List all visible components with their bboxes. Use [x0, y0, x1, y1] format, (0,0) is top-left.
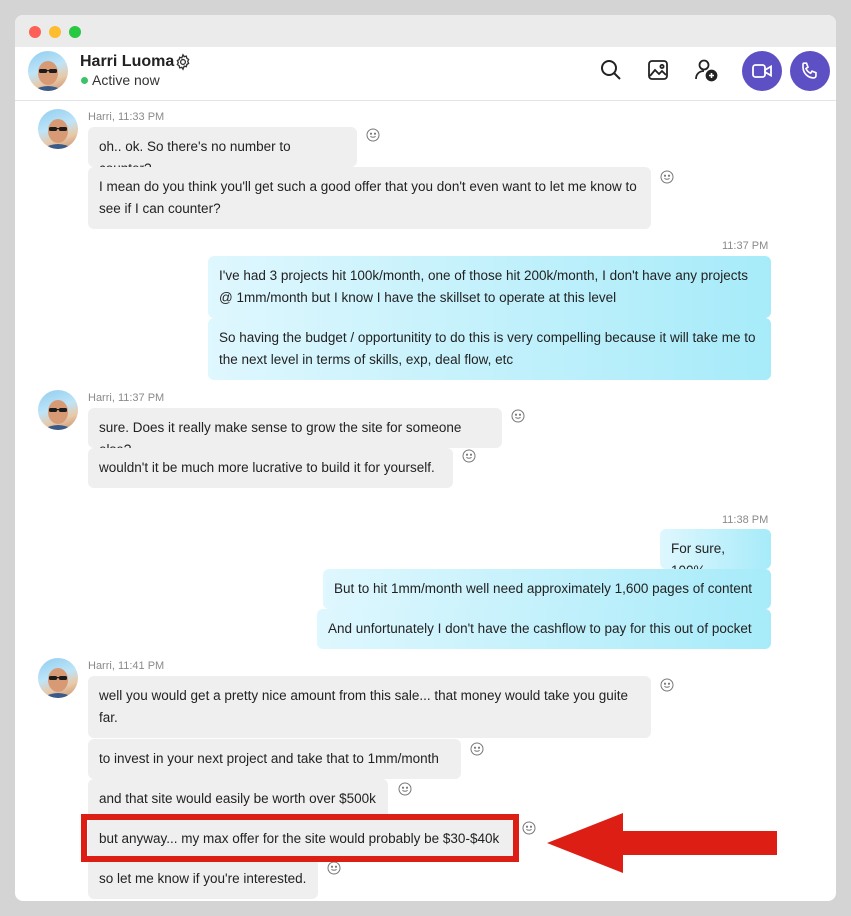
message-bubble[interactable]: so let me know if you're interested.: [88, 859, 318, 899]
message-meta: Harri, 11:41 PM: [88, 660, 165, 672]
message-meta: 11:37 PM: [722, 240, 769, 252]
add-reaction-icon[interactable]: [511, 409, 525, 423]
message-meta: Harri, 11:37 PM: [88, 392, 165, 404]
add-reaction-icon[interactable]: [398, 782, 412, 796]
search-icon[interactable]: [598, 57, 624, 83]
message-bubble[interactable]: I've had 3 projects hit 100k/month, one …: [208, 256, 771, 318]
message-bubble[interactable]: wouldn't it be much more lucrative to bu…: [88, 448, 453, 488]
gear-icon[interactable]: [174, 53, 192, 71]
phone-call-icon[interactable]: [790, 51, 830, 91]
highlight-box: [81, 814, 519, 862]
chat-window: Harri Luoma Active now Harri, 11:33 PM o…: [15, 15, 836, 901]
message-bubble[interactable]: But to hit 1mm/month well need approxima…: [323, 569, 771, 609]
minimize-window-button[interactable]: [49, 26, 61, 38]
title-bar: [15, 15, 836, 47]
close-window-button[interactable]: [29, 26, 41, 38]
message-bubble[interactable]: And unfortunately I don't have the cashf…: [317, 609, 771, 649]
sender-avatar[interactable]: [38, 658, 78, 698]
add-reaction-icon[interactable]: [327, 861, 341, 875]
video-call-icon[interactable]: [742, 51, 782, 91]
message-bubble[interactable]: and that site would easily be worth over…: [88, 779, 388, 819]
left-arrow-icon: [545, 811, 780, 880]
add-reaction-icon[interactable]: [660, 678, 674, 692]
sender-avatar[interactable]: [38, 390, 78, 430]
add-reaction-icon[interactable]: [470, 742, 484, 756]
add-reaction-icon[interactable]: [522, 821, 536, 835]
add-reaction-icon[interactable]: [462, 449, 476, 463]
image-icon[interactable]: [645, 57, 671, 83]
sender-avatar[interactable]: [38, 109, 78, 149]
contact-avatar[interactable]: [28, 51, 68, 91]
message-bubble[interactable]: sure. Does it really make sense to grow …: [88, 408, 502, 457]
message-bubble[interactable]: to invest in your next project and take …: [88, 739, 461, 779]
message-bubble[interactable]: For sure, 100%: [660, 529, 771, 578]
add-reaction-icon[interactable]: [660, 170, 674, 184]
add-reaction-icon[interactable]: [366, 128, 380, 142]
maximize-window-button[interactable]: [69, 26, 81, 38]
message-bubble[interactable]: So having the budget / opportunitity to …: [208, 318, 771, 380]
message-bubble[interactable]: I mean do you think you'll get such a go…: [88, 167, 651, 229]
contact-status: Active now: [92, 72, 160, 88]
conversation-header: Harri Luoma Active now: [15, 47, 836, 101]
message-meta: Harri, 11:33 PM: [88, 111, 165, 123]
add-person-icon[interactable]: [693, 57, 719, 83]
message-meta: 11:38 PM: [722, 514, 769, 526]
message-bubble[interactable]: well you would get a pretty nice amount …: [88, 676, 651, 738]
online-status-icon: [81, 77, 88, 84]
message-list[interactable]: Harri, 11:33 PM oh.. ok. So there's no n…: [15, 101, 836, 901]
message-bubble[interactable]: oh.. ok. So there's no number to counter…: [88, 127, 357, 176]
contact-name[interactable]: Harri Luoma: [80, 53, 174, 71]
